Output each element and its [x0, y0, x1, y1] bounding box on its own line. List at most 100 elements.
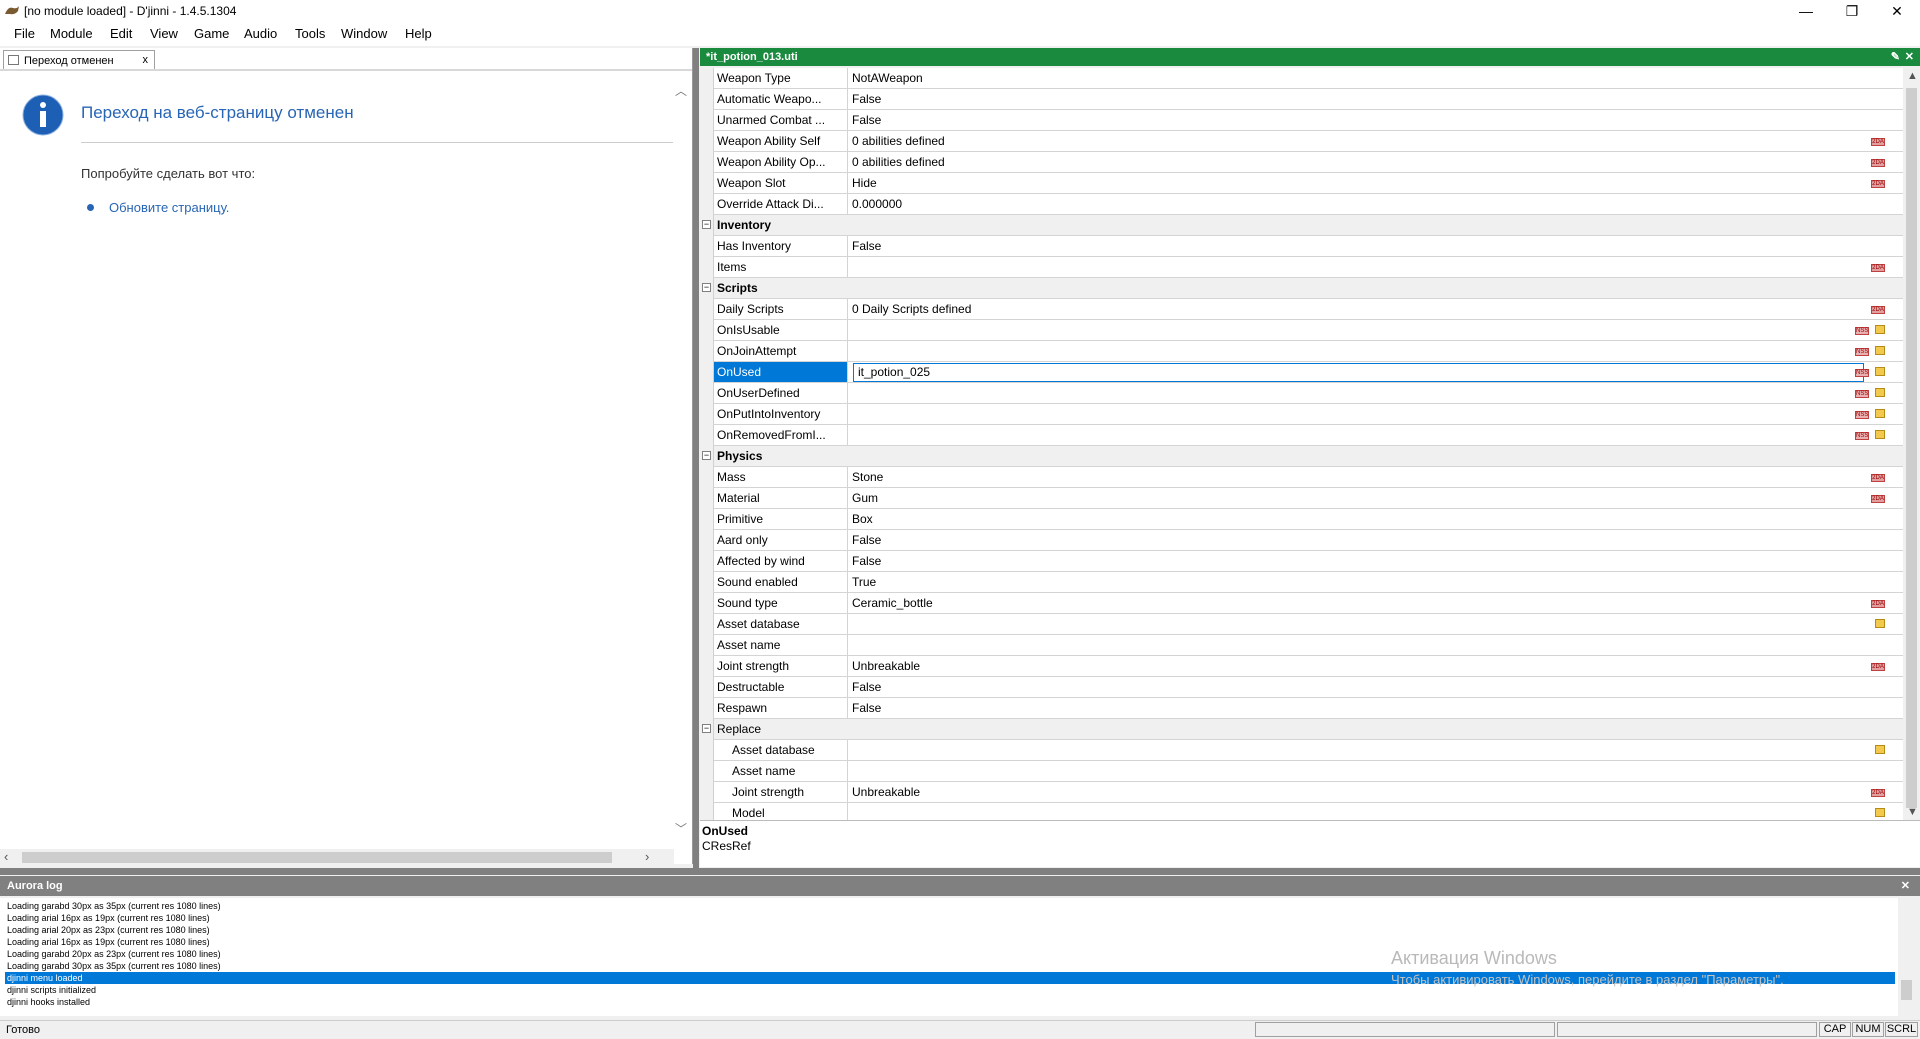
- property-row[interactable]: Unarmed Combat ... False: [700, 110, 1903, 131]
- menu-file[interactable]: File: [14, 26, 35, 41]
- scroll-thumb[interactable]: [1906, 88, 1917, 808]
- folder-icon[interactable]: [1875, 325, 1885, 334]
- log-line[interactable]: Loading arial 16px as 19px (current res …: [7, 936, 210, 948]
- scroll-up-icon[interactable]: ▲: [1907, 70, 1918, 82]
- property-value[interactable]: Unbreakable: [848, 782, 1903, 803]
- maximize-button[interactable]: ❐: [1829, 0, 1875, 22]
- pin-icon[interactable]: ✎: [1891, 50, 1900, 63]
- property-row[interactable]: Material Gum 2DA: [700, 488, 1903, 509]
- property-value[interactable]: [848, 740, 1903, 761]
- 2da-icon[interactable]: 2DA: [1871, 495, 1885, 503]
- property-row[interactable]: Override Attack Di... 0.000000: [700, 194, 1903, 215]
- property-value[interactable]: [848, 803, 1903, 820]
- folder-icon[interactable]: [1875, 409, 1885, 418]
- log-vertical-scrollbar[interactable]: [1898, 898, 1915, 1016]
- scroll-right-icon[interactable]: ›: [645, 849, 649, 864]
- category-row[interactable]: − Replace: [700, 719, 1903, 740]
- property-row[interactable]: OnIsUsable NSS: [700, 320, 1903, 341]
- property-row[interactable]: Weapon Type NotAWeapon: [700, 68, 1903, 89]
- 2da-icon[interactable]: 2DA: [1871, 306, 1885, 314]
- scroll-thumb[interactable]: [1901, 980, 1912, 1000]
- minimize-button[interactable]: —: [1783, 0, 1829, 22]
- 2da-icon[interactable]: 2DA: [1871, 663, 1885, 671]
- tab-close-icon[interactable]: x: [143, 54, 149, 66]
- property-value[interactable]: [848, 383, 1903, 404]
- property-row[interactable]: Mass Stone 2DA: [700, 467, 1903, 488]
- property-row[interactable]: Items 2DA: [700, 257, 1903, 278]
- property-row[interactable]: Joint strength Unbreakable 2DA: [700, 656, 1903, 677]
- property-value[interactable]: Box: [848, 509, 1903, 530]
- property-row[interactable]: Aard only False: [700, 530, 1903, 551]
- 2da-icon[interactable]: 2DA: [1871, 789, 1885, 797]
- property-value[interactable]: Unbreakable: [848, 656, 1903, 677]
- grid-vertical-scrollbar[interactable]: ▲ ▼: [1903, 68, 1920, 820]
- property-row[interactable]: OnRemovedFromI... NSS: [700, 425, 1903, 446]
- collapse-icon[interactable]: −: [702, 283, 711, 292]
- property-row[interactable]: Asset database: [700, 614, 1903, 635]
- property-value[interactable]: Stone: [848, 467, 1903, 488]
- 2da-icon[interactable]: 2DA: [1871, 159, 1885, 167]
- property-row[interactable]: Affected by wind False: [700, 551, 1903, 572]
- log-close-icon[interactable]: ✕: [1901, 879, 1910, 892]
- property-value[interactable]: [848, 614, 1903, 635]
- browser-vertical-scrollbar[interactable]: ︿ ﹀: [674, 80, 688, 840]
- property-row[interactable]: Asset name: [700, 635, 1903, 656]
- property-value[interactable]: NotAWeapon: [848, 68, 1903, 89]
- property-row[interactable]: Automatic Weapo... False: [700, 89, 1903, 110]
- property-value[interactable]: False: [848, 677, 1903, 698]
- property-value[interactable]: Gum: [848, 488, 1903, 509]
- 2da-icon[interactable]: 2DA: [1871, 138, 1885, 146]
- property-row[interactable]: OnUsed it_potion_025 NSS: [700, 362, 1903, 383]
- log-line[interactable]: Loading garabd 30px as 35px (current res…: [7, 900, 221, 912]
- menu-audio[interactable]: Audio: [244, 26, 277, 41]
- collapse-icon[interactable]: −: [702, 451, 711, 460]
- menu-game[interactable]: Game: [194, 26, 229, 41]
- log-line[interactable]: djinni scripts initialized: [7, 984, 96, 996]
- property-value[interactable]: False: [848, 110, 1903, 131]
- folder-icon[interactable]: [1875, 388, 1885, 397]
- nss-script-icon[interactable]: NSS: [1855, 327, 1869, 335]
- property-value[interactable]: [848, 425, 1903, 446]
- scroll-left-icon[interactable]: ‹: [4, 849, 8, 864]
- tab-navigation-cancelled[interactable]: Переход отменен x: [3, 50, 155, 70]
- scroll-down-icon[interactable]: ▼: [1907, 806, 1918, 818]
- property-row[interactable]: Model: [700, 803, 1903, 820]
- horizontal-splitter[interactable]: [0, 868, 1920, 875]
- property-value[interactable]: False: [848, 530, 1903, 551]
- property-row[interactable]: OnUserDefined NSS: [700, 383, 1903, 404]
- collapse-icon[interactable]: −: [702, 724, 711, 733]
- 2da-icon[interactable]: 2DA: [1871, 600, 1885, 608]
- close-button[interactable]: ✕: [1874, 0, 1920, 22]
- vertical-splitter[interactable]: [693, 48, 699, 868]
- menu-tools[interactable]: Tools: [295, 26, 325, 41]
- scroll-thumb[interactable]: [22, 852, 612, 863]
- property-value[interactable]: True: [848, 572, 1903, 593]
- panel-close-icon[interactable]: ✕: [1905, 50, 1914, 63]
- log-line[interactable]: Loading garabd 30px as 35px (current res…: [7, 960, 221, 972]
- property-row[interactable]: OnPutIntoInventory NSS: [700, 404, 1903, 425]
- property-row[interactable]: Primitive Box: [700, 509, 1903, 530]
- nss-script-icon[interactable]: NSS: [1855, 390, 1869, 398]
- property-row[interactable]: Weapon Ability Self 0 abilities defined 2D…: [700, 131, 1903, 152]
- property-value[interactable]: False: [848, 236, 1903, 257]
- property-row[interactable]: OnJoinAttempt NSS: [700, 341, 1903, 362]
- refresh-link[interactable]: Обновите страницу.: [109, 200, 229, 215]
- nss-script-icon[interactable]: NSS: [1855, 369, 1869, 377]
- menu-help[interactable]: Help: [405, 26, 432, 41]
- property-value[interactable]: [848, 761, 1903, 782]
- property-value[interactable]: False: [848, 698, 1903, 719]
- property-value[interactable]: [848, 635, 1903, 656]
- property-row[interactable]: Destructable False: [700, 677, 1903, 698]
- property-value[interactable]: 0.000000: [848, 194, 1903, 215]
- property-row[interactable]: Asset database: [700, 740, 1903, 761]
- nss-script-icon[interactable]: NSS: [1855, 348, 1869, 356]
- scroll-up-icon[interactable]: ︿: [675, 82, 687, 99]
- log-line[interactable]: djinni hooks installed: [7, 996, 90, 1008]
- nss-script-icon[interactable]: NSS: [1855, 432, 1869, 440]
- property-row[interactable]: Joint strength Unbreakable 2DA: [700, 782, 1903, 803]
- folder-icon[interactable]: [1875, 745, 1885, 754]
- property-value[interactable]: [848, 341, 1903, 362]
- category-row[interactable]: − Physics: [700, 446, 1903, 467]
- category-row[interactable]: − Inventory: [700, 215, 1903, 236]
- log-line[interactable]: Loading garabd 20px as 23px (current res…: [7, 948, 221, 960]
